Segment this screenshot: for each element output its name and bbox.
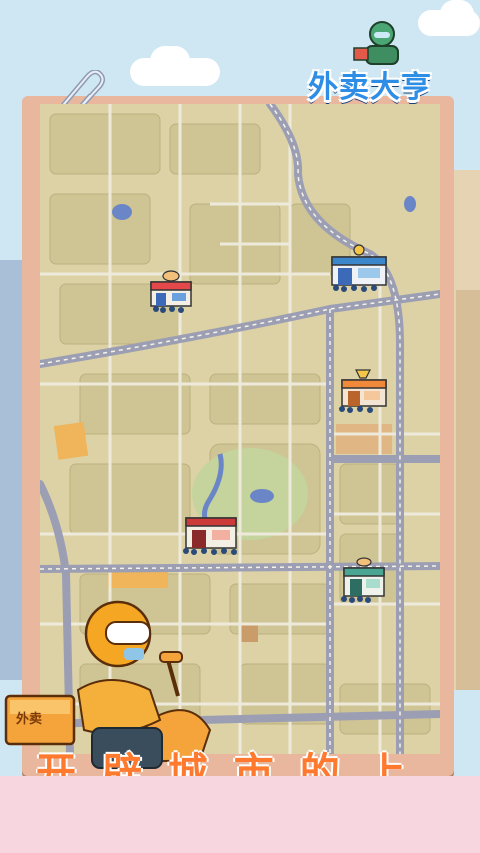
promo-slogan: 开 辟 城 市 的 上 (36, 750, 412, 780)
map-pond (112, 204, 132, 220)
bottom-banner (0, 776, 480, 853)
shop-blue[interactable] (328, 243, 390, 293)
shop-red[interactable] (180, 506, 242, 558)
game-logo: 外卖大亨 (300, 21, 470, 120)
shop-burger[interactable] (148, 268, 194, 314)
shop-teal[interactable] (338, 556, 390, 606)
cloud (440, 0, 474, 28)
shop-orange-icon (339, 369, 387, 413)
game-scene: 外卖大亨 外卖 开 辟 城 市 的 上 (0, 0, 480, 853)
background-building-right-2 (456, 290, 480, 690)
cloud (150, 46, 190, 76)
shop-blue-icon (331, 244, 387, 292)
rider-mascot-icon (353, 21, 399, 65)
delivery-box-label: 外卖 (16, 712, 43, 727)
game-title: 外卖大亨 (308, 70, 432, 105)
shop-orange[interactable] (336, 364, 390, 416)
shop-teal-icon (341, 557, 385, 603)
shop-burger-icon (150, 270, 192, 313)
shop-red-icon (183, 517, 237, 555)
